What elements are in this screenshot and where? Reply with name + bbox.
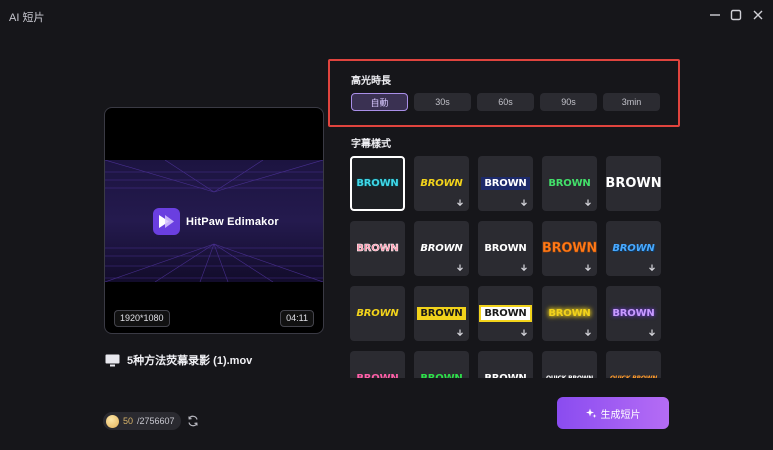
brand-name: HitPaw Edimakor xyxy=(186,215,279,228)
subtitle-style-preview-text: BROWN xyxy=(420,373,462,378)
subtitle-style-preview-text: BROWN xyxy=(541,241,598,256)
resolution-badge: 1920*1080 xyxy=(114,310,170,327)
minimize-icon[interactable] xyxy=(708,8,722,22)
subtitle-style-tile[interactable]: BROWN xyxy=(606,286,661,341)
subtitle-style-preview-text: BROWN xyxy=(548,178,591,189)
subtitle-style-tile[interactable]: BROWN xyxy=(478,156,533,211)
subtitle-style-grid: BROWN BROWN BROWN BROWN BROWN BROWN BROWN BROWN… xyxy=(350,156,665,378)
subtitle-style-preview-text: BROWN xyxy=(420,243,463,254)
subtitle-style-tile[interactable]: BROWN xyxy=(414,156,469,211)
subtitle-style-tile[interactable]: BROWN xyxy=(350,351,405,378)
download-icon xyxy=(584,199,592,207)
subtitle-style-tile[interactable]: BROWN xyxy=(350,221,405,276)
subtitle-style-preview-text: BROWN xyxy=(612,308,655,319)
subtitle-style-preview-text: BROWN xyxy=(484,373,526,378)
download-icon xyxy=(584,329,592,337)
download-icon xyxy=(520,264,528,272)
subtitle-style-tile[interactable]: BROWN xyxy=(478,221,533,276)
brand-lockup: HitPaw Edimakor xyxy=(153,208,279,235)
close-icon[interactable] xyxy=(751,8,765,22)
subtitle-style-preview-text: BROWN xyxy=(356,243,399,255)
subtitle-style-tile[interactable]: BROWN xyxy=(606,221,661,276)
subtitle-style-preview-text: BROWN xyxy=(356,178,399,189)
subtitle-style-tile[interactable]: BROWN xyxy=(478,286,533,341)
generate-short-button[interactable]: 生成短片 xyxy=(557,397,669,429)
subtitle-style-tile[interactable]: BROWN xyxy=(414,351,469,378)
subtitle-style-preview-text: BROWN xyxy=(481,177,530,190)
subtitle-style-tile[interactable]: BROWN xyxy=(414,286,469,341)
subtitle-style-preview-text: BROWN xyxy=(605,176,662,191)
subtitle-style-tile[interactable]: QUICK BROWN xyxy=(542,351,597,378)
download-icon xyxy=(648,329,656,337)
subtitle-style-preview-text: BROWN xyxy=(484,243,527,254)
video-preview[interactable]: HitPaw Edimakor 1920*1080 04:11 xyxy=(104,107,324,334)
subtitle-style-preview-text: BROWN xyxy=(417,307,466,320)
duration-options: 自動 30s 60s 90s 3min xyxy=(351,93,660,111)
subtitle-style-preview-text: QUICK BROWN xyxy=(610,375,657,378)
subtitle-style-list[interactable]: BROWN BROWN BROWN BROWN BROWN BROWN BROWN BROWN… xyxy=(350,156,665,378)
download-icon xyxy=(456,329,464,337)
subtitle-style-preview-text: BROWN xyxy=(356,373,398,378)
subtitle-style-tile[interactable]: BROWN xyxy=(541,221,598,276)
credit-used: 50 xyxy=(123,416,134,426)
download-icon xyxy=(456,264,464,272)
subtitle-style-tile[interactable]: BROWN xyxy=(478,351,533,378)
subtitle-style-tile[interactable]: BROWN xyxy=(350,286,405,341)
duration-option-auto[interactable]: 自動 xyxy=(351,93,408,111)
highlight-duration-label: 高光時長 xyxy=(351,76,391,87)
subtitle-style-tile[interactable]: BROWN xyxy=(414,221,469,276)
subtitle-style-tile[interactable]: BROWN xyxy=(542,286,597,341)
duration-option-3min[interactable]: 3min xyxy=(603,93,660,111)
file-name: 5种方法荧幕录影 (1).mov xyxy=(127,355,253,367)
duration-option-60s[interactable]: 60s xyxy=(477,93,534,111)
download-icon xyxy=(520,329,528,337)
subtitle-style-label: 字幕樣式 xyxy=(351,139,391,150)
subtitle-style-tile[interactable]: BROWN xyxy=(605,156,662,211)
duration-option-30s[interactable]: 30s xyxy=(414,93,471,111)
subtitle-style-tile[interactable]: BROWN xyxy=(542,156,597,211)
duration-badge: 04:11 xyxy=(280,310,314,327)
subtitle-style-preview-text: BROWN xyxy=(420,178,463,189)
window-title: AI 短片 xyxy=(9,12,45,24)
subtitle-style-preview-text: BROWN xyxy=(612,243,655,254)
sparkle-icon xyxy=(585,408,597,419)
monitor-icon xyxy=(105,354,120,367)
download-icon xyxy=(456,199,464,207)
download-icon xyxy=(584,264,592,272)
file-info: 5种方法荧幕录影 (1).mov xyxy=(105,352,252,368)
duration-option-90s[interactable]: 90s xyxy=(540,93,597,111)
download-icon xyxy=(520,199,528,207)
subtitle-style-preview-text: QUICK BROWN xyxy=(546,375,593,378)
credits-area: 50/2756607 xyxy=(103,412,199,430)
credit-balance: 50/2756607 xyxy=(103,412,181,430)
maximize-icon[interactable] xyxy=(729,8,743,22)
subtitle-style-tile[interactable]: QUICK BROWN xyxy=(606,351,661,378)
subtitle-style-tile[interactable]: BROWN xyxy=(350,156,405,211)
subtitle-style-preview-text: BROWN xyxy=(356,308,399,319)
refresh-icon[interactable] xyxy=(187,415,199,427)
title-bar: AI 短片 xyxy=(0,0,773,30)
coin-icon xyxy=(106,414,119,428)
download-icon xyxy=(648,264,656,272)
credit-total: /2756607 xyxy=(137,416,175,426)
generate-short-label: 生成短片 xyxy=(600,409,641,421)
subtitle-style-preview-text: BROWN xyxy=(479,305,532,322)
subtitle-style-preview-text: BROWN xyxy=(548,308,591,319)
edimakor-logo-icon xyxy=(153,208,180,235)
